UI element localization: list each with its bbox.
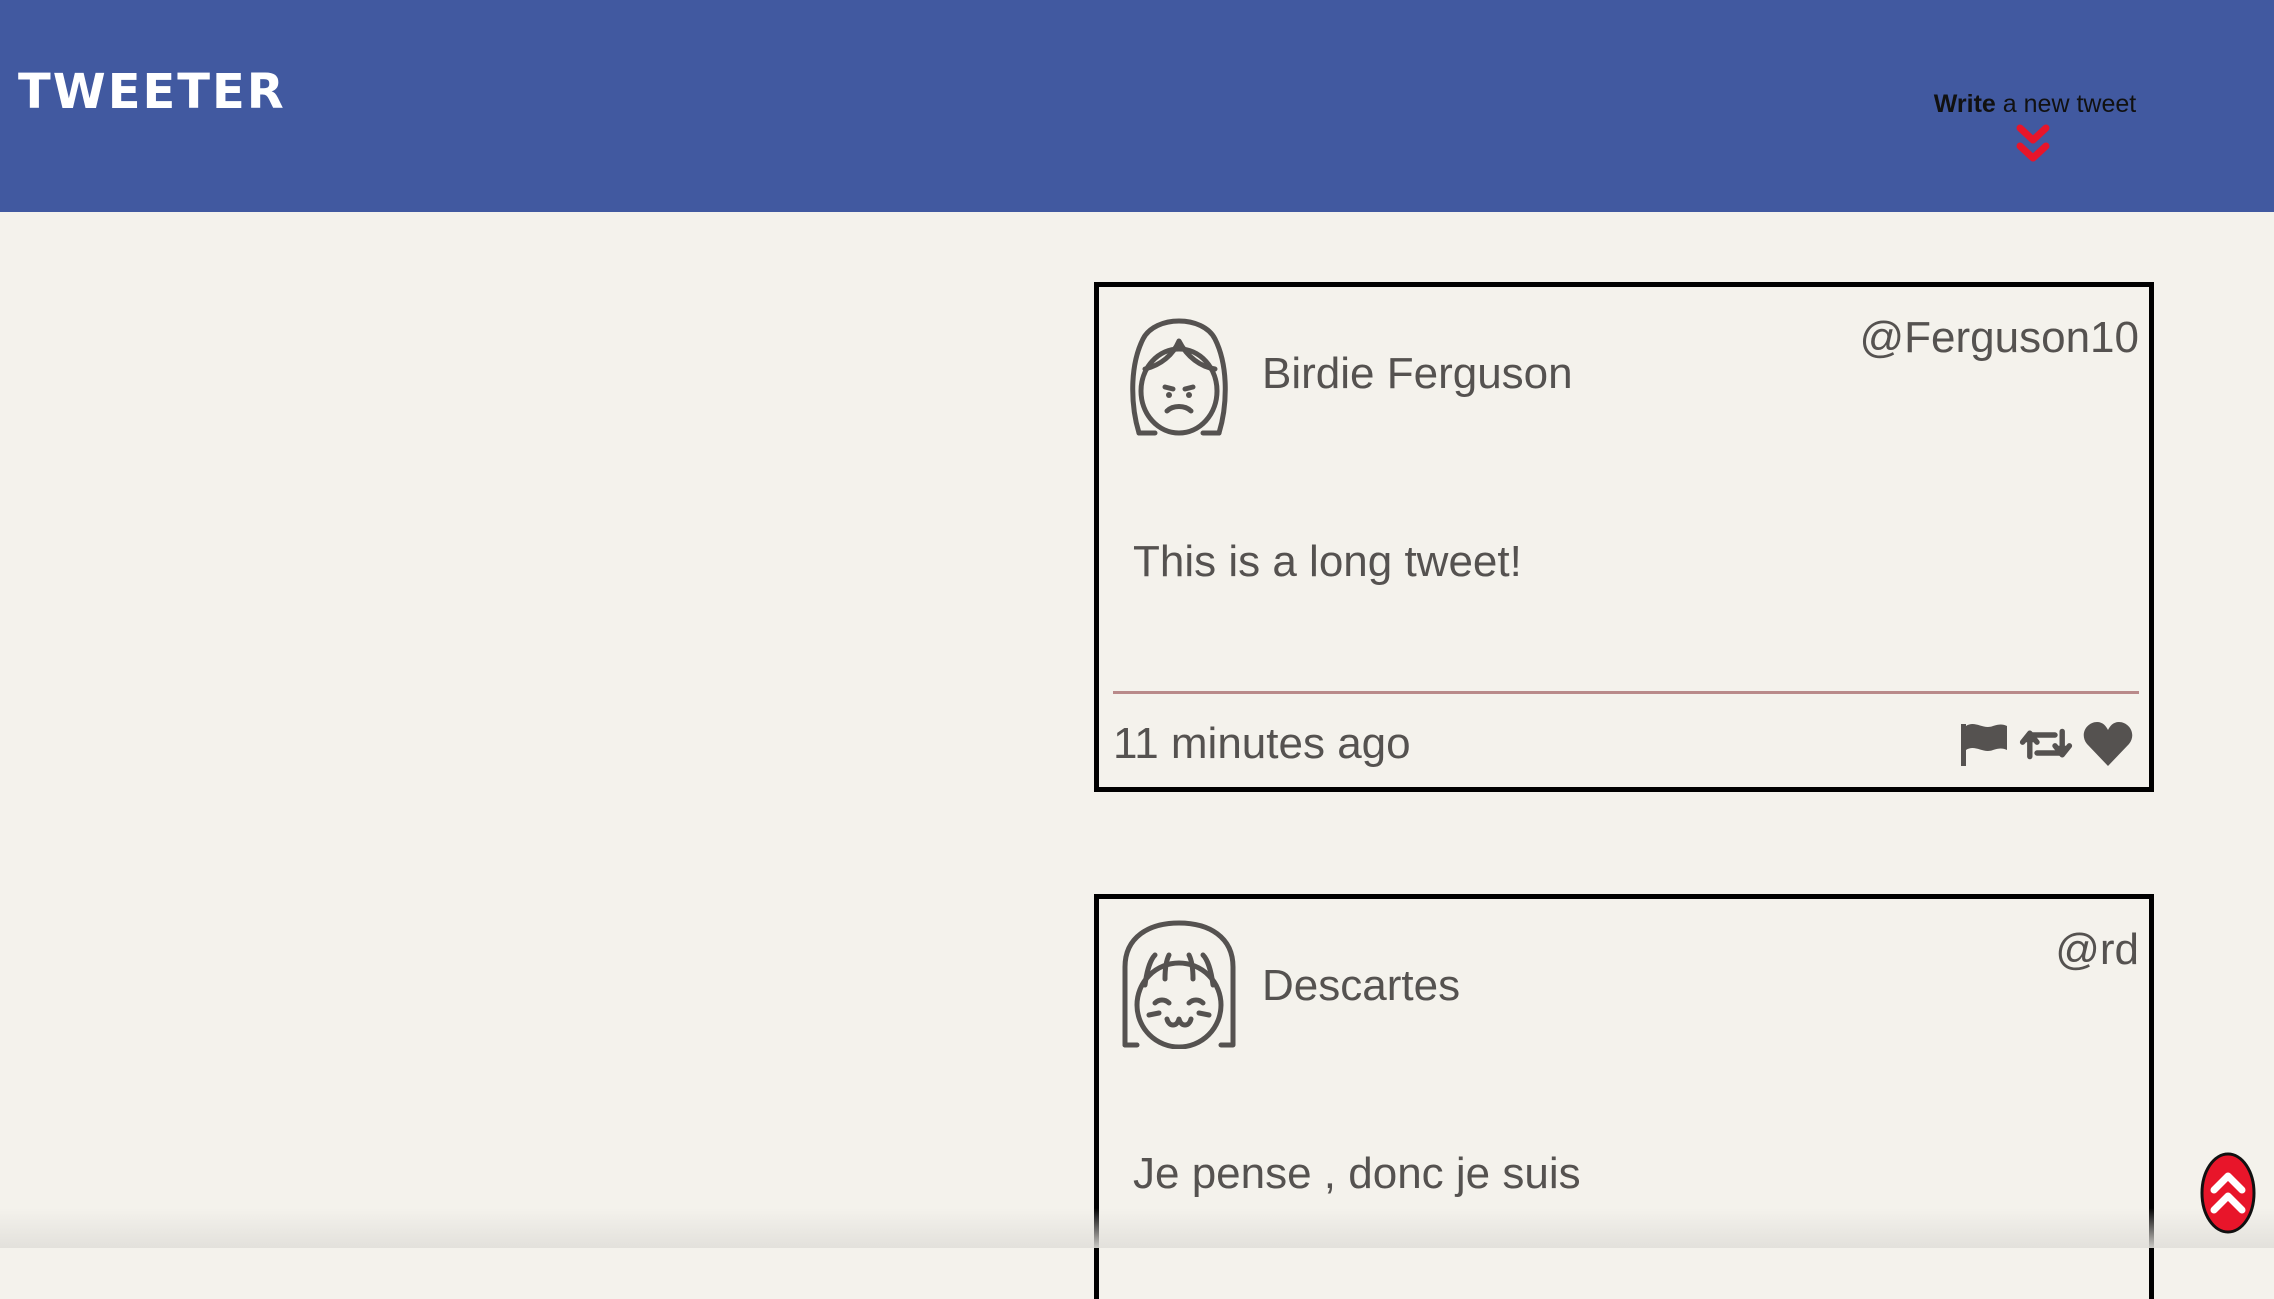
retweet-icon[interactable]: [2019, 720, 2073, 768]
double-chevron-up-icon[interactable]: [2200, 1152, 2256, 1234]
top-navbar: TWEETER Write a new tweet: [0, 0, 2274, 212]
flag-icon[interactable]: [1957, 720, 2011, 768]
smiling-girl-face-icon: [1122, 920, 1236, 1049]
heart-icon[interactable]: [2081, 720, 2135, 768]
tweet-timestamp: 11 minutes ago: [1113, 719, 1411, 768]
author-handle: @Ferguson10: [1859, 313, 2140, 362]
tweet-actions: [1957, 719, 2135, 769]
write-new-tweet-toggle[interactable]: Write a new tweet: [1900, 86, 2170, 166]
tweet-card: Birdie Ferguson @Ferguson10 This is a lo…: [1094, 282, 2154, 792]
write-label-rest: a new tweet: [1995, 90, 2137, 118]
author-name: Descartes: [1262, 961, 1461, 1010]
tweet-content: Je pense , donc je suis: [1133, 1149, 1581, 1198]
tweet-card: Descartes @rd Je pense , donc je suis: [1094, 894, 2154, 1299]
brand-logo: TWEETER: [18, 64, 286, 120]
sad-girl-face-icon: [1130, 318, 1228, 436]
tweet-content: This is a long tweet!: [1133, 537, 1522, 586]
double-chevron-down-icon[interactable]: [2016, 124, 2050, 166]
write-label-bold: Write: [1933, 90, 1996, 118]
author-name: Birdie Ferguson: [1262, 349, 1573, 398]
author-handle: @rd: [2055, 925, 2139, 974]
tweet-divider: [1113, 691, 2139, 694]
write-new-tweet-label[interactable]: Write a new tweet: [1900, 86, 2170, 122]
